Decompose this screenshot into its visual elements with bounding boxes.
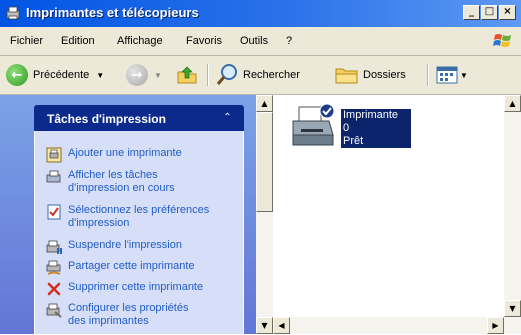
folders-icon bbox=[335, 68, 358, 84]
forward-button[interactable]: → ▼ bbox=[126, 62, 162, 88]
task-label: Configurer les propriétés bbox=[68, 302, 189, 314]
views-icon bbox=[436, 66, 458, 84]
scroll-left-icon[interactable]: ◀ bbox=[273, 317, 290, 334]
add-printer-icon bbox=[46, 147, 62, 163]
task-add-printer[interactable]: Ajouter une imprimante bbox=[46, 147, 182, 163]
content-scrollbar[interactable]: ▲ ▼ bbox=[504, 95, 521, 317]
horizontal-scrollbar[interactable]: ▼ ◀ ▶ bbox=[256, 317, 521, 334]
menu-edition[interactable]: Edition bbox=[61, 35, 95, 47]
task-printer-properties[interactable]: Configurer les propriétés des imprimante… bbox=[46, 302, 188, 328]
task-label: Partager cette imprimante bbox=[68, 260, 195, 272]
forward-arrow-icon: → bbox=[126, 64, 148, 86]
menu-outils[interactable]: Outils bbox=[240, 35, 268, 47]
close-button[interactable]: × bbox=[499, 5, 516, 20]
task-label: Afficher les tâches bbox=[68, 169, 158, 181]
print-tasks-list: Ajouter une imprimante Afficher les tâch… bbox=[34, 131, 244, 335]
task-label: Supprimer cette imprimante bbox=[68, 281, 204, 293]
windows-logo-icon bbox=[493, 34, 511, 47]
menu-fichier[interactable]: Fichier bbox=[10, 35, 43, 47]
views-button[interactable]: ▼ bbox=[436, 62, 468, 88]
menu-affichage[interactable]: Affichage bbox=[117, 35, 163, 47]
search-icon bbox=[216, 64, 237, 85]
back-button[interactable]: ← Précédente ▼ bbox=[6, 62, 104, 88]
printer-status: Prêt bbox=[343, 135, 364, 147]
scroll-down-icon[interactable]: ▼ bbox=[256, 317, 273, 334]
pause-printer-icon bbox=[46, 240, 62, 254]
task-label: Suspendre l'impression bbox=[68, 239, 182, 251]
toolbar-separator bbox=[207, 64, 209, 86]
task-pause-printing[interactable]: Suspendre l'impression bbox=[46, 239, 182, 255]
forward-dropdown-icon[interactable]: ▼ bbox=[154, 71, 162, 80]
task-label: Sélectionnez les préférences bbox=[68, 204, 210, 216]
scroll-up-icon[interactable]: ▲ bbox=[504, 95, 521, 112]
explorer-window: Imprimantes et télécopieurs _ □ × Fichie… bbox=[0, 0, 521, 335]
collapse-chevron-icon[interactable]: ⌃ bbox=[219, 109, 236, 126]
printer-name: Imprimante bbox=[343, 109, 399, 121]
toolbar: ← Précédente ▼ → ▼ Rechercher Dossiers ▼ bbox=[0, 56, 521, 95]
folders-button[interactable]: Dossiers bbox=[335, 62, 406, 88]
preferences-icon bbox=[47, 204, 61, 220]
task-delete-printer[interactable]: Supprimer cette imprimante bbox=[46, 281, 203, 297]
views-dropdown-icon[interactable]: ▼ bbox=[460, 71, 468, 80]
window-title: Imprimantes et télécopieurs bbox=[26, 5, 199, 20]
up-folder-icon bbox=[177, 66, 197, 84]
toolbar-separator bbox=[427, 64, 429, 86]
print-tasks-title: Tâches d'impression bbox=[47, 112, 166, 126]
printer-label: Imprimante 0 Prêt bbox=[341, 109, 411, 148]
properties-icon bbox=[46, 303, 62, 318]
task-label-line2: d'impression en cours bbox=[68, 182, 175, 194]
task-label-line2: des imprimantes bbox=[68, 315, 149, 327]
back-arrow-icon: ← bbox=[6, 64, 28, 86]
task-label: Ajouter une imprimante bbox=[68, 147, 182, 159]
left-pane-scrollbar[interactable]: ▲ bbox=[256, 95, 273, 317]
print-tasks-header[interactable]: Tâches d'impression ⌃ bbox=[34, 105, 244, 131]
menu-help[interactable]: ? bbox=[286, 35, 292, 47]
task-label-line2: d'impression bbox=[68, 217, 130, 229]
scroll-up-icon[interactable]: ▲ bbox=[256, 95, 273, 112]
scroll-down-icon[interactable]: ▼ bbox=[504, 300, 521, 317]
minimize-button[interactable]: _ bbox=[463, 5, 480, 20]
printer-icon bbox=[292, 103, 335, 146]
task-pane: Tâches d'impression ⌃ Ajouter une imprim… bbox=[0, 95, 256, 335]
scroll-right-icon[interactable]: ▶ bbox=[487, 317, 504, 334]
printer-folder-icon bbox=[6, 6, 20, 20]
print-queue-icon bbox=[46, 170, 61, 183]
scrollbar-thumb[interactable] bbox=[256, 112, 273, 212]
up-folder-button[interactable] bbox=[176, 62, 198, 88]
menu-favoris[interactable]: Favoris bbox=[186, 35, 222, 47]
task-print-preferences[interactable]: Sélectionnez les préférences d'impressio… bbox=[46, 204, 209, 230]
printer-jobs: 0 bbox=[343, 122, 350, 134]
maximize-button[interactable]: □ bbox=[481, 5, 498, 20]
back-label: Précédente bbox=[33, 69, 90, 81]
menu-bar: Fichier Edition Affichage Favoris Outils… bbox=[0, 28, 521, 56]
delete-icon bbox=[47, 282, 61, 296]
title-bar[interactable]: Imprimantes et télécopieurs _ □ × bbox=[0, 0, 521, 27]
search-button[interactable]: Rechercher bbox=[215, 62, 300, 88]
task-share-printer[interactable]: Partager cette imprimante bbox=[46, 260, 195, 276]
search-label: Rechercher bbox=[243, 69, 300, 81]
share-printer-icon bbox=[46, 260, 61, 275]
task-view-print-queue[interactable]: Afficher les tâches d'impression en cour… bbox=[46, 169, 175, 195]
print-tasks-panel: Tâches d'impression ⌃ Ajouter une imprim… bbox=[34, 105, 244, 335]
printers-view: ▲ Imprimante 0 Prêt ▲ ▼ ▼ ◀ ▶ bbox=[256, 95, 521, 334]
folders-label: Dossiers bbox=[363, 69, 406, 81]
back-dropdown-icon[interactable]: ▼ bbox=[96, 71, 104, 80]
